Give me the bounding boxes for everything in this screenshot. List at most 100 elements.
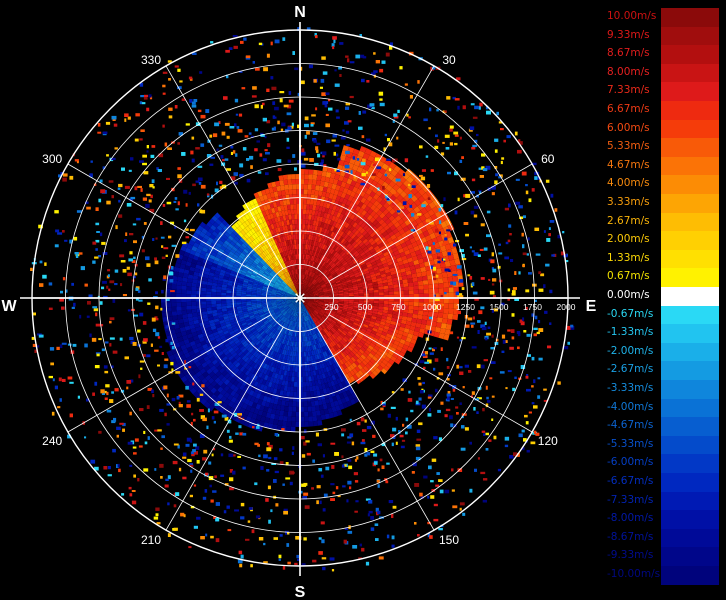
clutter-gate [159, 345, 163, 348]
clutter-gate [543, 388, 547, 391]
echo-gate [304, 421, 309, 427]
echo-gate [305, 376, 309, 382]
clutter-gate [564, 346, 569, 350]
echo-gate [398, 283, 404, 288]
echo-gate [308, 169, 314, 175]
clutter-gate [494, 180, 498, 185]
clutter-gate [252, 86, 257, 90]
echo-gate [177, 314, 183, 320]
echo-gate [289, 194, 294, 200]
echo-gate [287, 179, 293, 185]
echo-gate [176, 306, 182, 311]
echo-gate [176, 280, 183, 286]
echo-gate [412, 309, 419, 315]
echo-gate [448, 303, 454, 309]
clutter-gate [84, 436, 87, 439]
clutter-gate [515, 201, 521, 205]
clutter-gate [220, 453, 224, 457]
echo-gate [378, 300, 384, 304]
clutter-gate [417, 213, 422, 216]
clutter-gate [501, 350, 505, 353]
echo-gate [186, 309, 193, 314]
echo-gate [292, 406, 297, 412]
clutter-gate [462, 105, 466, 110]
clutter-gate [461, 337, 466, 340]
clutter-gate [247, 520, 251, 523]
clutter-gate [419, 360, 425, 364]
echo-gate [308, 174, 313, 180]
clutter-gate [235, 432, 239, 435]
clutter-gate [447, 171, 451, 175]
echo-gate [201, 287, 207, 292]
clutter-gate [177, 201, 180, 206]
echo-gate [438, 287, 444, 294]
clutter-gate [274, 470, 279, 474]
clutter-gate [445, 408, 451, 412]
clutter-gate [531, 188, 535, 192]
echo-gate [289, 391, 294, 397]
echo-gate [308, 421, 314, 427]
clutter-gate [98, 430, 102, 434]
clutter-gate [321, 56, 326, 60]
radar-display[interactable]: 250 500 750 1000 1250 1500 1750 2000 3060120150… [0, 0, 600, 600]
echo-gate [176, 285, 182, 290]
echo-gate [292, 396, 297, 402]
echo-gate [422, 275, 428, 281]
echo-gate [348, 299, 354, 302]
echo-gate [294, 376, 298, 382]
echo-gate [196, 304, 202, 309]
clutter-gate [330, 498, 335, 501]
clutter-gate [101, 286, 105, 290]
echo-gate [435, 268, 442, 274]
clutter-gate [405, 417, 409, 422]
echo-gate [283, 179, 289, 186]
echo-gate [211, 303, 217, 308]
echo-gate [181, 289, 187, 295]
echo-gate [291, 421, 296, 427]
clutter-gate [228, 453, 234, 458]
echo-gate [288, 189, 293, 195]
echo-gate [305, 219, 309, 225]
clutter-gate [77, 395, 80, 399]
echo-gate [201, 291, 207, 295]
clutter-gate [333, 151, 336, 156]
clutter-gate [411, 185, 416, 188]
echo-gate [246, 299, 252, 302]
clutter-gate [150, 194, 153, 199]
clutter-gate [152, 238, 155, 241]
echo-gate [191, 301, 197, 306]
clutter-gate [449, 415, 453, 420]
echo-gate [286, 421, 292, 427]
echo-gate [310, 194, 315, 200]
clutter-gate [453, 131, 459, 135]
echo-gate [295, 234, 298, 240]
echo-gate [311, 184, 316, 191]
echo-gate [285, 426, 292, 432]
clutter-gate [164, 142, 168, 147]
clutter-gate [265, 152, 270, 155]
echo-gate [176, 289, 182, 294]
echo-gate [423, 284, 429, 290]
echo-gate [438, 282, 444, 289]
echo-gate [211, 288, 217, 293]
echo-gate [284, 189, 290, 196]
echo-gate [403, 290, 409, 295]
echo-gate [303, 179, 309, 185]
clutter-gate [133, 314, 139, 317]
echo-gate [353, 293, 359, 297]
echo-gate [285, 396, 290, 402]
echo-gate [378, 289, 384, 293]
echo-gate [284, 400, 290, 407]
echo-gate [307, 411, 313, 417]
echo-gate [302, 381, 307, 387]
echo-gate [171, 306, 177, 312]
clutter-gate [400, 445, 405, 449]
clutter-gate [173, 504, 177, 508]
clutter-gate [411, 213, 415, 217]
clutter-gate [242, 147, 247, 151]
echo-gate [288, 406, 293, 412]
echo-gate [305, 214, 309, 220]
clutter-gate [168, 115, 173, 119]
echo-gate [286, 199, 291, 205]
echo-gate [310, 400, 316, 407]
